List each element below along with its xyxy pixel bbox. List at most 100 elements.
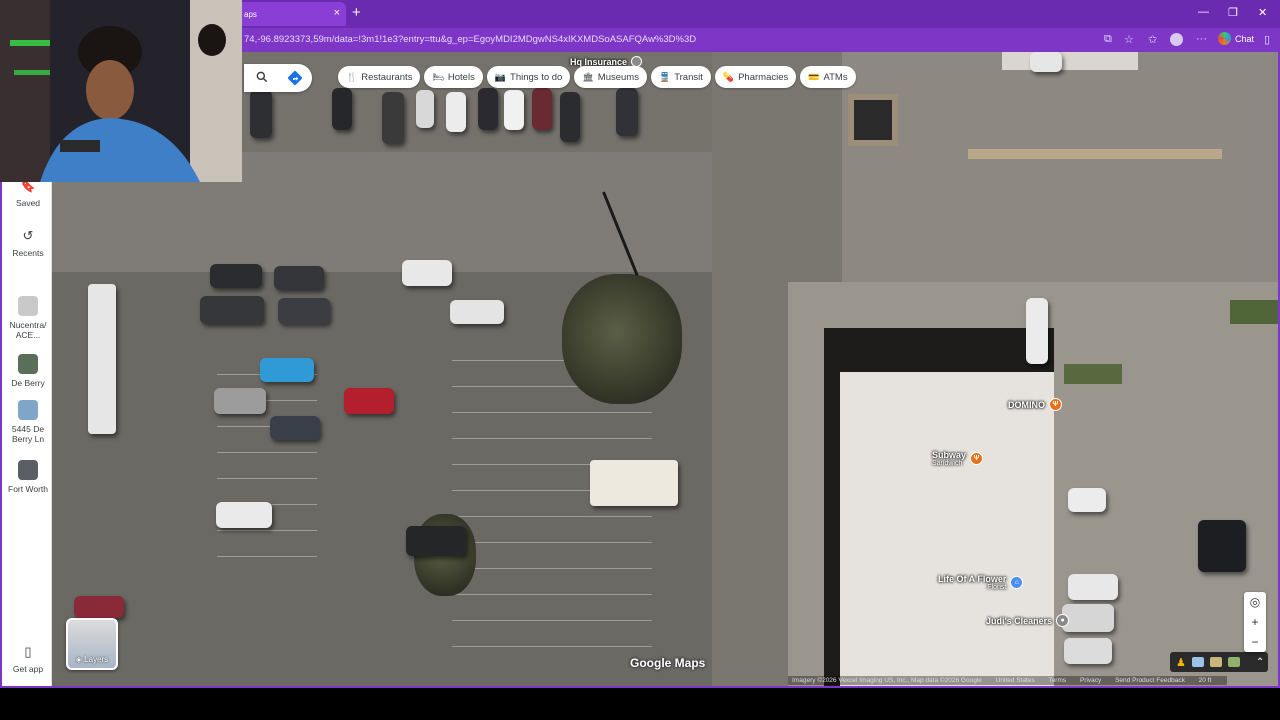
car [382, 92, 404, 144]
grass-median [1230, 300, 1278, 324]
scale-bar[interactable]: 20 ft [1199, 677, 1212, 684]
category-chips: 🍴 Restaurants 🛏 Hotels 📷 Things to do 🏛 Museums… [338, 66, 856, 88]
poi-judis-cleaners[interactable]: Judi's Cleaners ● [986, 614, 1070, 627]
poi-text: Life Of A Flower Florist [938, 574, 1006, 591]
more-menu-icon[interactable]: ··· [1196, 33, 1207, 45]
imagery-strip: ♟ ⌃ [1170, 652, 1268, 672]
bookmark-star-icon[interactable]: ☆ [1124, 33, 1134, 46]
imagery-credit: Imagery ©2026 Vexcel Imaging US, Inc., M… [792, 677, 982, 684]
roof-strip [1002, 52, 1138, 70]
car [1064, 638, 1112, 664]
copilot-chat-button[interactable]: Chat [1218, 32, 1254, 45]
zoom-out-button[interactable]: − [1244, 632, 1266, 652]
history-icon: ↺ [22, 228, 34, 243]
imagery-thumb[interactable] [1191, 657, 1204, 667]
copilot-icon [1218, 32, 1231, 45]
sidebar-item-recent-place[interactable]: De Berry [2, 354, 54, 388]
tree [562, 274, 682, 404]
parking-lines [217, 352, 317, 582]
sidebar-item-recent-place[interactable]: Fort Worth [2, 460, 54, 494]
feedback-link[interactable]: Send Product Feedback [1115, 677, 1185, 684]
chip-things-to-do[interactable]: 📷 Things to do [486, 66, 571, 88]
minimize-button[interactable]: — [1198, 6, 1209, 18]
chip-label: Transit [674, 71, 703, 83]
service-pin-icon: ● [1056, 614, 1070, 627]
chip-pharmacies[interactable]: 💊 Pharmacies [714, 66, 797, 88]
url-field[interactable]: 74,-96.8923373,59m/data=!3m1!1e3?entry=t… [244, 34, 696, 45]
search-icon[interactable] [255, 70, 269, 84]
tab-close-icon[interactable]: × [334, 7, 340, 19]
sidebar-item-saved[interactable]: 🔖 Saved [2, 178, 54, 208]
sidebar-label: Fort Worth [8, 484, 48, 494]
new-tab-button[interactable]: + [352, 4, 361, 21]
poi-domino[interactable]: DOMINO Ψ [1008, 398, 1062, 411]
poi-subway[interactable]: Subway Sandwich Ψ [932, 450, 984, 467]
car [1026, 298, 1048, 364]
my-location-button[interactable]: ◎ [1244, 592, 1266, 612]
tab-title: aps [244, 10, 257, 19]
chip-label: Hotels [447, 71, 475, 83]
car [332, 88, 352, 130]
car [278, 298, 330, 324]
poi-label: Life Of A Flower [938, 574, 1007, 584]
country-link[interactable]: United States [996, 677, 1035, 684]
chip-label: Museums [597, 71, 639, 83]
zoom-in-button[interactable]: + [1244, 612, 1266, 632]
curb-strip [968, 149, 1222, 159]
car [274, 266, 324, 290]
poi-life-of-a-flower[interactable]: Life Of A Flower Florist ⌂ [938, 574, 1024, 591]
chip-restaurants[interactable]: 🍴 Restaurants [338, 66, 421, 88]
sidebar-toggle-icon[interactable]: ▯ [1264, 33, 1270, 46]
layers-button[interactable]: ◈ Layers [66, 618, 118, 670]
small-structure [848, 94, 898, 146]
car [74, 596, 124, 618]
terms-link[interactable]: Terms [1048, 677, 1066, 684]
pegman-icon[interactable]: ♟ [1176, 656, 1186, 669]
car [402, 260, 452, 286]
car [416, 90, 434, 128]
sidebar-label: Nucentra/ ACE... [9, 320, 47, 341]
sidebar-item-recents[interactable]: ↺ Recents [2, 228, 54, 258]
imagery-thumb[interactable] [1227, 657, 1240, 667]
car [446, 92, 466, 132]
restore-button[interactable]: ❐ [1228, 6, 1238, 19]
fork-knife-icon: 🍴 [346, 71, 358, 82]
poi-category: Sandwich [932, 460, 963, 467]
profile-avatar[interactable] [1170, 33, 1183, 46]
atm-icon: 💳 [808, 71, 820, 82]
sidebar-label: 5445 De Berry Ln [11, 424, 45, 445]
chip-hotels[interactable]: 🛏 Hotels [424, 66, 483, 88]
poi-text: Subway Sandwich [932, 450, 966, 467]
car [200, 296, 264, 324]
place-thumbnail [18, 354, 38, 374]
chip-transit[interactable]: 🚆 Transit [650, 66, 711, 88]
chip-museums[interactable]: 🏛 Museums [574, 66, 647, 88]
bed-icon: 🛏 [432, 71, 444, 82]
transit-icon: 🚆 [658, 71, 671, 82]
browser-tab[interactable]: aps × [236, 2, 346, 26]
car [1062, 604, 1114, 632]
imagery-thumb[interactable] [1209, 657, 1222, 667]
car [478, 88, 498, 130]
favorites-icon[interactable]: ✩ [1148, 33, 1157, 46]
sidebar-item-recent-place[interactable]: Nucentra/ ACE... [2, 296, 54, 340]
car [450, 300, 504, 324]
car [344, 388, 394, 414]
car [210, 264, 262, 288]
expand-up-icon[interactable]: ⌃ [1256, 657, 1264, 668]
car [532, 88, 552, 130]
camera-icon: 📷 [494, 71, 507, 82]
restaurant-pin-icon: Ψ [970, 452, 984, 465]
car [1198, 520, 1246, 572]
sidebar-item-get-app[interactable]: ▯ Get app [2, 644, 54, 674]
sidebar-item-recent-place[interactable]: 5445 De Berry Ln [2, 400, 54, 444]
tab-search-icon[interactable]: ⧉ [1104, 33, 1112, 46]
privacy-link[interactable]: Privacy [1080, 677, 1101, 684]
chip-atms[interactable]: 💳 ATMs [800, 66, 856, 88]
close-window-button[interactable]: ✕ [1258, 6, 1267, 19]
phone-icon: ▯ [24, 644, 32, 659]
chat-label: Chat [1235, 33, 1255, 44]
webcam-overlay [0, 0, 242, 182]
chip-label: ATMs [823, 71, 848, 83]
directions-icon[interactable] [287, 70, 303, 86]
